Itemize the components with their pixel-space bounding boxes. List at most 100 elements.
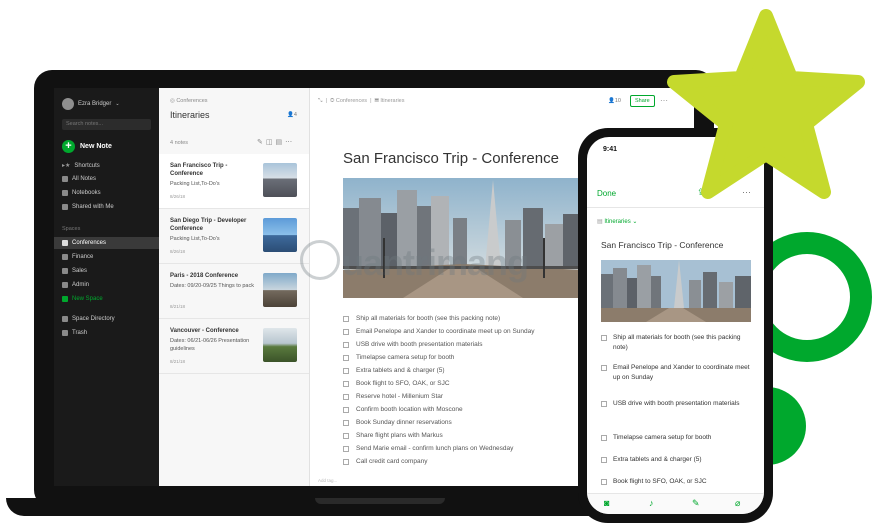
- checkbox[interactable]: [601, 435, 607, 441]
- sidebar-item-all-notes[interactable]: All Notes: [62, 176, 96, 182]
- people-icon: 👤: [608, 98, 615, 104]
- checklist-item[interactable]: Ship all materials for booth (see this p…: [343, 315, 500, 322]
- sidebar-item-sales[interactable]: Sales: [62, 268, 87, 274]
- members-indicator[interactable]: 👤4: [287, 112, 297, 118]
- notebook-icon: [62, 190, 68, 196]
- people-icon: [62, 204, 68, 210]
- user-name: Ezra Bridger: [78, 101, 112, 107]
- sidebar-item-shortcuts[interactable]: ▸★ Shortcuts: [62, 162, 100, 170]
- checklist-item[interactable]: Timelapse camera setup for booth: [601, 433, 751, 443]
- checkbox[interactable]: [601, 335, 607, 341]
- checkbox[interactable]: [343, 328, 349, 335]
- user-menu[interactable]: Ezra Bridger ⌄: [62, 98, 120, 110]
- note-title: San Francisco Trip - Conference: [170, 163, 228, 177]
- checkbox[interactable]: [343, 341, 349, 348]
- checkbox[interactable]: [343, 315, 349, 322]
- layout-icon[interactable]: ◫: [266, 139, 276, 146]
- space-icon: [62, 254, 68, 260]
- space-icon: [62, 282, 68, 288]
- sidebar-item-space-directory[interactable]: Space Directory: [62, 316, 115, 322]
- checkbox[interactable]: [343, 380, 349, 387]
- checklist-item[interactable]: Extra tablets and & charger (5): [601, 455, 751, 465]
- breadcrumb[interactable]: ◎ Conferences: [170, 98, 208, 104]
- watermark-logo: [300, 240, 340, 280]
- sidebar-item-new-space[interactable]: New Space: [62, 296, 103, 302]
- note-card[interactable]: Paris - 2018 Conference Dates: 09/20-09/…: [159, 264, 309, 319]
- checklist-item[interactable]: Timelapse camera setup for booth: [343, 354, 454, 361]
- checklist-item[interactable]: Ship all materials for booth (see this p…: [601, 333, 751, 353]
- checkbox[interactable]: [601, 401, 607, 407]
- note-title[interactable]: San Francisco Trip - Conference: [343, 150, 559, 167]
- note-date: 8/21/18: [170, 359, 186, 364]
- divider: [587, 207, 764, 208]
- note-count: 4 notes: [170, 140, 189, 146]
- breadcrumb-space[interactable]: Conferences: [336, 98, 367, 104]
- checklist-item[interactable]: Book flight to SFO, OAK, or SJC: [601, 477, 751, 487]
- camera-icon[interactable]: ◙: [604, 498, 609, 508]
- note-thumbnail: [263, 218, 297, 252]
- checkbox[interactable]: [343, 419, 349, 426]
- expand-icon[interactable]: ⤡: [318, 98, 322, 104]
- checkbox[interactable]: [601, 457, 607, 463]
- tag-input[interactable]: Add tag...: [318, 478, 337, 483]
- checklist-item[interactable]: USB drive with booth presentation materi…: [343, 341, 482, 348]
- checkbox[interactable]: [343, 354, 349, 361]
- note-snippet: Dates: 06/21-06/26 Presentation guidelin…: [170, 338, 250, 352]
- checklist-item[interactable]: Confirm booth location with Moscone: [343, 406, 463, 413]
- note-card[interactable]: San Francisco Trip - Conference Packing …: [159, 154, 309, 209]
- checkbox[interactable]: [343, 393, 349, 400]
- share-button[interactable]: Share: [630, 95, 655, 107]
- notebook-title: Itineraries: [170, 110, 210, 120]
- sidebar-item-conferences[interactable]: Conferences: [62, 240, 106, 246]
- breadcrumb-notebook[interactable]: Itineraries: [380, 98, 404, 104]
- checkbox[interactable]: [343, 406, 349, 413]
- editor-members[interactable]: 👤10: [608, 98, 621, 104]
- checklist-item[interactable]: Reserve hotel - Millenium Star: [343, 393, 443, 400]
- new-note-label: New Note: [80, 143, 112, 150]
- checkbox[interactable]: [343, 445, 349, 452]
- checklist-item[interactable]: Call credit card company: [343, 458, 428, 465]
- sidebar-item-finance[interactable]: Finance: [62, 254, 93, 260]
- checkbox[interactable]: [601, 479, 607, 485]
- sidebar-item-admin[interactable]: Admin: [62, 282, 89, 288]
- checklist-item[interactable]: Book flight to SFO, OAK, or SJC: [343, 380, 450, 387]
- checklist-item[interactable]: USB drive with booth presentation materi…: [601, 399, 751, 409]
- note-title: San Diego Trip - Developer Conference: [170, 218, 247, 232]
- plus-icon: [62, 296, 68, 302]
- note-date: 8/26/18: [170, 249, 186, 254]
- checklist-item[interactable]: Email Penelope and Xander to coordinate …: [343, 328, 535, 335]
- checkbox[interactable]: [343, 367, 349, 374]
- checkbox[interactable]: [343, 458, 349, 465]
- microphone-icon[interactable]: ♪: [649, 498, 654, 508]
- pen-icon[interactable]: ✎: [692, 498, 700, 509]
- watermark-text: uantrimang: [342, 242, 529, 283]
- checklist-item[interactable]: Extra tablets and & charger (5): [343, 367, 445, 374]
- edit-icon[interactable]: ✎: [257, 139, 266, 146]
- chevron-down-icon: ⌄: [630, 219, 638, 225]
- done-button[interactable]: Done: [597, 189, 616, 198]
- sidebar-item-shared[interactable]: Shared with Me: [62, 204, 114, 210]
- sidebar-item-notebooks[interactable]: Notebooks: [62, 190, 101, 196]
- star-icon: ▸★: [62, 163, 71, 169]
- note-card[interactable]: San Diego Trip - Developer Conference Pa…: [159, 209, 309, 264]
- notes-icon: [62, 176, 68, 182]
- note-thumbnail: [263, 163, 297, 197]
- note-title[interactable]: San Francisco Trip - Conference: [601, 240, 723, 250]
- filter-icon[interactable]: ▤: [276, 139, 286, 146]
- checklist-item[interactable]: Share flight plans with Markus: [343, 432, 443, 439]
- note-snippet: Packing List,To-Do's: [170, 181, 220, 187]
- checkbox[interactable]: [343, 432, 349, 439]
- note-card[interactable]: Vancouver - Conference Dates: 06/21-06/2…: [159, 319, 309, 374]
- note-title: Vancouver - Conference: [170, 328, 239, 334]
- checkbox[interactable]: [601, 365, 607, 371]
- sidebar-item-trash[interactable]: Trash: [62, 330, 87, 336]
- checklist-item[interactable]: Book Sunday dinner reservations: [343, 419, 452, 426]
- notebook-selector[interactable]: ▤ Itineraries ⌄: [597, 218, 637, 225]
- search-input[interactable]: Search notes...: [62, 119, 151, 130]
- more-icon[interactable]: ⋯: [285, 139, 295, 146]
- new-note-button[interactable]: + New Note: [62, 140, 112, 153]
- checklist-item[interactable]: Email Penelope and Xander to coordinate …: [601, 363, 751, 383]
- attachment-icon[interactable]: ⌀: [735, 498, 740, 509]
- people-icon: 👤: [287, 112, 294, 118]
- checklist-item[interactable]: Send Marie email - confirm lunch plans o…: [343, 445, 513, 452]
